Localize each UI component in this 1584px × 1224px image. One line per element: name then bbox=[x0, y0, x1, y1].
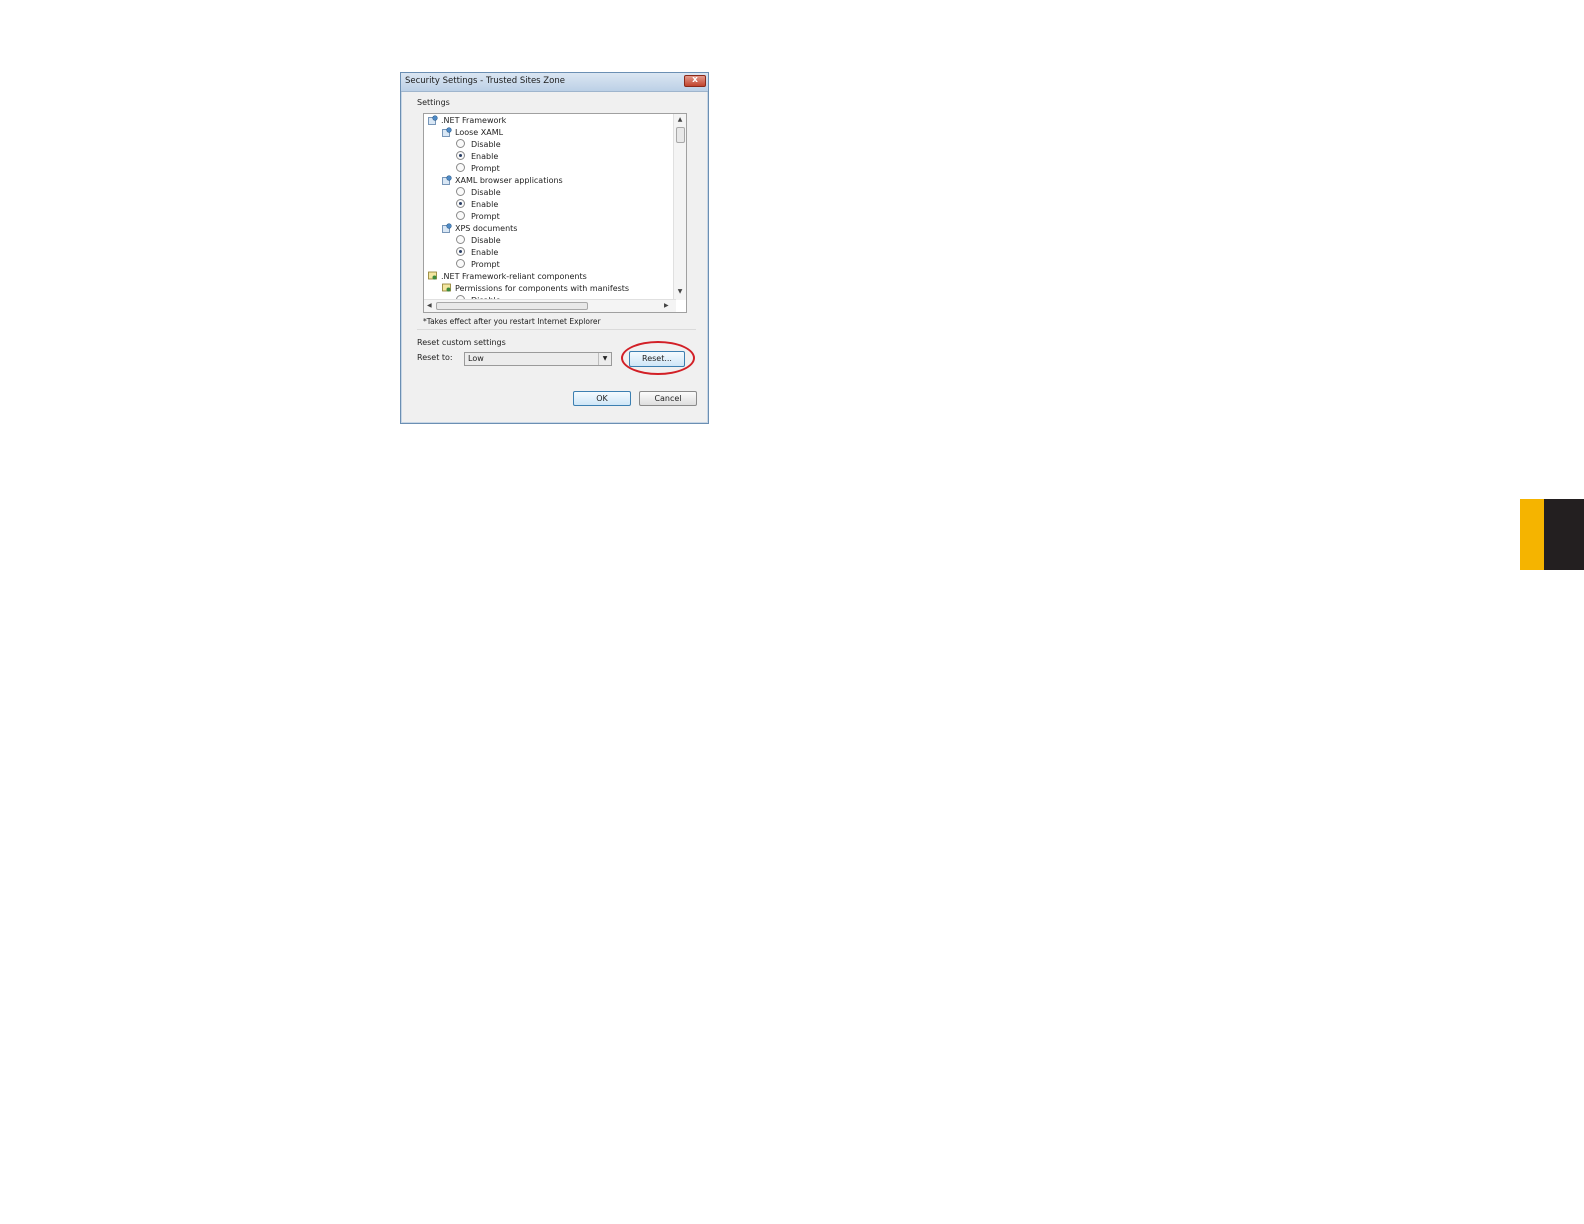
tree-radio-option[interactable]: Prompt bbox=[456, 163, 500, 175]
radio-unselected[interactable] bbox=[456, 187, 465, 196]
horizontal-scroll-thumb[interactable] bbox=[436, 302, 588, 310]
tree-item-label: Enable bbox=[471, 200, 499, 209]
edge-tab-dark bbox=[1544, 499, 1584, 570]
settings-tree[interactable]: Disable Permissions for components with m… bbox=[423, 113, 687, 313]
vertical-scrollbar[interactable]: ▲ ▼ bbox=[673, 114, 686, 300]
tree-category[interactable]: Permissions for components with manifest… bbox=[442, 283, 629, 295]
dotnet-gear-icon bbox=[442, 174, 452, 185]
radio-selected[interactable] bbox=[456, 199, 465, 208]
tree-item-label: Prompt bbox=[471, 212, 500, 221]
settings-label: Settings bbox=[417, 98, 450, 107]
dotnet-gear-icon bbox=[442, 222, 452, 233]
radio-unselected[interactable] bbox=[456, 211, 465, 220]
certificate-icon bbox=[428, 271, 438, 281]
close-icon: x bbox=[692, 75, 698, 85]
restart-note: *Takes effect after you restart Internet… bbox=[423, 317, 601, 326]
horizontal-scrollbar[interactable]: ◀ ▶ bbox=[424, 299, 676, 312]
tree-radio-option[interactable]: Disable bbox=[456, 139, 501, 151]
security-settings-dialog: Security Settings - Trusted Sites Zone x… bbox=[400, 72, 709, 424]
chevron-down-icon[interactable]: ▼ bbox=[598, 353, 611, 365]
radio-unselected[interactable] bbox=[456, 235, 465, 244]
certificate-icon bbox=[442, 283, 452, 293]
tree-item-label: Prompt bbox=[471, 164, 500, 173]
radio-selected[interactable] bbox=[456, 151, 465, 160]
tree-item-label: Permissions for components with manifest… bbox=[455, 284, 630, 293]
tree-radio-option[interactable]: Enable bbox=[456, 199, 498, 211]
tree-item-label: Disable bbox=[471, 236, 501, 245]
tree-radio-option[interactable]: Disable bbox=[456, 187, 501, 199]
tree-category[interactable]: XAML browser applications bbox=[442, 174, 563, 187]
tree-item-label: Disable bbox=[471, 140, 501, 149]
reset-level-select[interactable]: Low ▼ bbox=[464, 352, 612, 366]
tree-category[interactable]: Loose XAML bbox=[442, 126, 504, 139]
radio-unselected[interactable] bbox=[456, 259, 465, 268]
tree-item-label: .NET Framework bbox=[441, 116, 507, 125]
cancel-button[interactable]: Cancel bbox=[639, 391, 697, 406]
tree-item-label: Enable bbox=[471, 248, 499, 257]
tree-item-label: XAML browser applications bbox=[455, 176, 563, 185]
tree-radio-option[interactable]: Disable bbox=[456, 235, 501, 247]
tree-category[interactable]: .NET Framework-reliant components bbox=[428, 271, 587, 283]
ok-button[interactable]: OK bbox=[573, 391, 631, 406]
dotnet-gear-icon bbox=[428, 114, 438, 125]
reset-to-label: Reset to: bbox=[417, 353, 453, 362]
tree-radio-option[interactable]: Prompt bbox=[456, 259, 500, 271]
title-bar[interactable]: Security Settings - Trusted Sites Zone x bbox=[401, 73, 708, 92]
radio-unselected[interactable] bbox=[456, 163, 465, 172]
scroll-right-icon[interactable]: ▶ bbox=[664, 300, 669, 312]
radio-selected[interactable] bbox=[456, 247, 465, 256]
vertical-scroll-thumb[interactable] bbox=[676, 127, 685, 143]
scroll-up-icon[interactable]: ▲ bbox=[674, 116, 686, 123]
radio-unselected[interactable] bbox=[456, 139, 465, 148]
scroll-down-icon[interactable]: ▼ bbox=[674, 288, 686, 295]
tree-item-label: Prompt bbox=[471, 260, 500, 269]
tree-item-label: .NET Framework-reliant components bbox=[441, 272, 587, 281]
reset-section-label: Reset custom settings bbox=[417, 338, 506, 347]
tree-radio-option[interactable]: Prompt bbox=[456, 211, 500, 223]
tree-item-label: Enable bbox=[471, 152, 499, 161]
close-button[interactable]: x bbox=[684, 75, 706, 87]
reset-button[interactable]: Reset... bbox=[629, 351, 685, 367]
dialog-title: Security Settings - Trusted Sites Zone bbox=[405, 76, 565, 86]
reset-level-value: Low bbox=[468, 354, 484, 363]
tree-item-label: Loose XAML bbox=[455, 128, 504, 137]
tree-item-label: Disable bbox=[471, 188, 501, 197]
tree-radio-option[interactable]: Enable bbox=[456, 247, 498, 259]
tree-category[interactable]: .NET Framework bbox=[428, 114, 507, 127]
tree-item-label: XPS documents bbox=[455, 224, 518, 233]
dotnet-gear-icon bbox=[442, 126, 452, 137]
page-edge-tab bbox=[1520, 499, 1584, 570]
tree-category[interactable]: XPS documents bbox=[442, 222, 518, 235]
divider bbox=[417, 329, 696, 330]
edge-tab-gold bbox=[1520, 499, 1544, 570]
scroll-left-icon[interactable]: ◀ bbox=[427, 300, 432, 312]
tree-radio-option[interactable]: Enable bbox=[456, 151, 498, 163]
